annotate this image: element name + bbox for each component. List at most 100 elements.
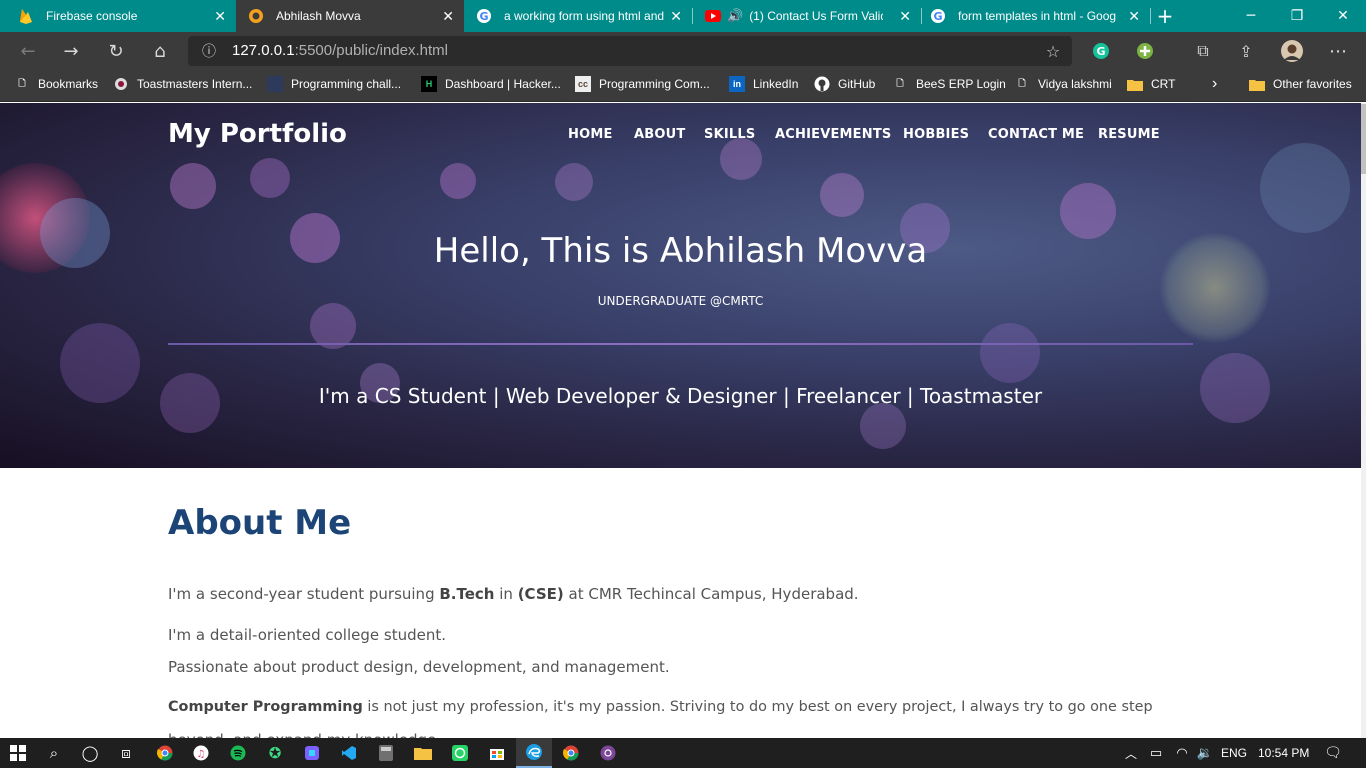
tab-firebase[interactable]: Firebase console ✕ (0, 0, 236, 32)
svg-text:♫: ♫ (197, 749, 206, 760)
close-tab-icon[interactable]: ✕ (442, 8, 454, 24)
windows-start-icon[interactable] (0, 738, 36, 768)
search-icon[interactable]: ⌕ (36, 738, 72, 768)
svg-text:G: G (933, 10, 942, 23)
brand-logo[interactable]: My Portfolio (168, 119, 347, 149)
tab-abhilash-movva[interactable]: Abhilash Movva ✕ (236, 0, 464, 32)
about-paragraph-4: Computer Programming is not just my prof… (168, 699, 1153, 715)
google-icon: G (930, 8, 946, 24)
edge-taskbar-icon[interactable] (516, 738, 552, 768)
close-tab-icon[interactable]: ✕ (214, 8, 226, 24)
page-icon: 🗋 (896, 78, 904, 88)
youtube-icon (705, 8, 721, 24)
task-view-icon[interactable]: ⧈ (108, 738, 144, 768)
close-window-button[interactable]: ✕ (1320, 0, 1366, 32)
hero-divider (168, 343, 1193, 345)
page-icon (267, 76, 283, 92)
spotify-icon[interactable] (220, 738, 256, 768)
clock[interactable]: 10:54 PM (1258, 738, 1309, 768)
close-tab-icon[interactable]: ✕ (1128, 8, 1140, 24)
folder-icon (1249, 76, 1265, 92)
close-tab-icon[interactable]: ✕ (899, 8, 911, 24)
firebase-icon (18, 8, 34, 24)
google-icon: G (476, 8, 492, 24)
notifications-icon[interactable]: 🗨 (1316, 738, 1350, 768)
about-heading: About Me (168, 503, 352, 543)
tor-icon[interactable] (590, 738, 626, 768)
bookmark-bookmarks[interactable]: 🗋 Bookmarks (14, 70, 98, 98)
svg-text:G: G (479, 10, 488, 23)
app-icon[interactable] (294, 738, 330, 768)
speaker-icon[interactable]: 🔊 (727, 8, 743, 24)
bookmark-programming-challenges[interactable]: Programming chall... (267, 70, 401, 98)
codechef-icon: cc (575, 76, 591, 92)
bookmark-bees-erp[interactable]: 🗋 BeeS ERP Login (892, 70, 1005, 98)
vscode-icon[interactable] (331, 738, 367, 768)
minimize-button[interactable]: ─ (1228, 0, 1274, 32)
store-icon[interactable] (479, 738, 515, 768)
page-scrollbar-thumb[interactable] (1361, 104, 1366, 174)
new-tab-button[interactable]: + (1150, 0, 1180, 32)
refresh-icon[interactable]: ↻ (101, 36, 131, 66)
bookmark-linkedin[interactable]: in LinkedIn (729, 70, 798, 98)
close-tab-icon[interactable]: ✕ (670, 8, 682, 24)
favorite-star-icon[interactable]: ☆ (1038, 36, 1068, 66)
nav-hobbies[interactable]: HOBBIES (903, 127, 969, 142)
hero-section: My Portfolio HOME ABOUT SKILLS ACHIEVEME… (0, 103, 1361, 468)
hero-tagline: I'm a CS Student | Web Developer & Desig… (318, 384, 1043, 408)
bookmark-toastmasters[interactable]: Toastmasters Intern... (113, 70, 252, 98)
bookmarks-overflow-chevron-icon[interactable]: › (1212, 70, 1217, 98)
hero-title: Hello, This is Abhilash Movva (433, 231, 928, 271)
nav-contact-me[interactable]: CONTACT ME (988, 127, 1084, 142)
info-icon[interactable]: ⓘ (194, 36, 224, 66)
forward-arrow-icon[interactable]: → (56, 36, 86, 66)
battery-icon[interactable]: ▭ (1142, 738, 1170, 768)
page-scrollbar[interactable] (1361, 103, 1366, 738)
cortana-icon[interactable]: ◯ (72, 738, 108, 768)
chrome-taskbar-icon-2[interactable] (553, 738, 589, 768)
linkedin-icon: in (729, 76, 745, 92)
hero-subtitle: UNDERGRADUATE @CMRTC (597, 294, 764, 308)
url-path: :5500/public/index.html (294, 42, 448, 59)
nav-about[interactable]: ABOUT (634, 127, 685, 142)
tab-working-form[interactable]: G a working form using html and ✕ (464, 0, 692, 32)
bookmark-github[interactable]: GitHub (814, 70, 875, 98)
about-paragraph-1: I'm a second-year student pursuing B.Tec… (168, 585, 859, 603)
chrome-taskbar-icon[interactable] (147, 738, 183, 768)
collections-icon[interactable]: ⧉ (1188, 36, 1218, 66)
input-language[interactable]: ENG (1221, 738, 1247, 768)
bookmark-other-favorites[interactable]: Other favorites (1249, 70, 1352, 98)
volume-icon[interactable]: 🔉 (1191, 738, 1219, 768)
hackerearth-icon: H (421, 76, 437, 92)
folder-icon (1127, 76, 1143, 92)
whatsapp-icon[interactable] (442, 738, 478, 768)
tab-form-templates[interactable]: G form templates in html - Goog ✕ (922, 0, 1150, 32)
itunes-icon[interactable]: ♫ (183, 738, 219, 768)
share-icon[interactable]: ⇪ (1231, 36, 1261, 66)
profile-avatar[interactable] (1277, 36, 1307, 66)
more-menu-icon[interactable]: ⋯ (1323, 36, 1353, 66)
tab-contact-us-form[interactable]: 🔊 (1) Contact Us Form Valid ✕ (693, 0, 921, 32)
about-paragraph-3: Passionate about product design, develop… (168, 658, 670, 676)
calculator-icon[interactable] (368, 738, 404, 768)
home-icon[interactable]: ⌂ (145, 36, 175, 66)
nav-home[interactable]: HOME (568, 127, 613, 142)
bookmark-crt[interactable]: CRT (1127, 70, 1175, 98)
extension-icon[interactable] (1130, 36, 1160, 66)
nav-skills[interactable]: SKILLS (704, 127, 755, 142)
url-host: 127.0.0.1 (232, 42, 295, 59)
grammarly-icon[interactable]: G (1086, 36, 1116, 66)
bookmark-vidya-lakshmi[interactable]: 🗋 Vidya lakshmi (1014, 70, 1111, 98)
bookmark-hackerearth[interactable]: H Dashboard | Hacker... (421, 70, 561, 98)
back-arrow-icon[interactable]: ← (13, 36, 43, 66)
url-text[interactable]: 127.0.0.1:5500/public/index.html (232, 42, 448, 59)
about-paragraph-2: I'm a detail-oriented college student. (168, 626, 446, 644)
file-explorer-icon[interactable] (405, 738, 441, 768)
page-icon: 🗋 (18, 78, 26, 88)
nav-achievements[interactable]: ACHIEVEMENTS (775, 127, 891, 142)
bookmark-codechef[interactable]: cc Programming Com... (575, 70, 710, 98)
nav-resume[interactable]: RESUME (1098, 127, 1160, 142)
android-studio-icon[interactable]: ✪ (257, 738, 293, 768)
restore-button[interactable]: ❐ (1274, 0, 1320, 32)
svg-text:G: G (1096, 45, 1105, 58)
